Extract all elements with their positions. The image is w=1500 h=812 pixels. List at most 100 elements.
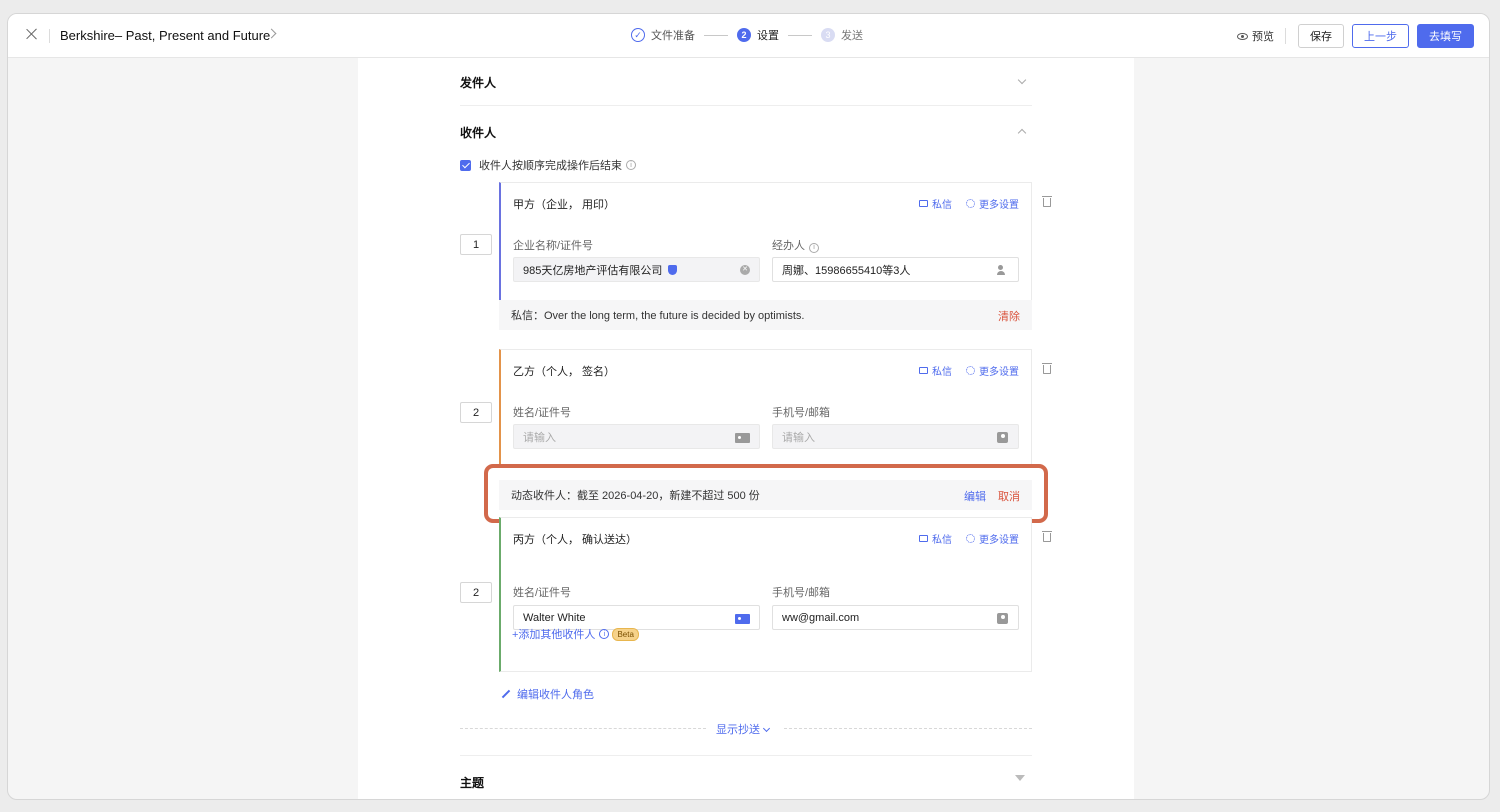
company-name-value: 985天亿房地产评估有限公司 — [523, 264, 663, 277]
preview-button[interactable]: 预览 — [1237, 28, 1274, 44]
step-label-settings: 设置 — [757, 30, 779, 42]
collapse-triangle-icon[interactable] — [1015, 775, 1025, 781]
sequential-label: 收件人按顺序完成操作后结束 — [479, 160, 622, 172]
trash-icon[interactable] — [1042, 363, 1052, 374]
info-icon[interactable]: i — [599, 629, 610, 639]
id-card-icon[interactable] — [735, 433, 750, 443]
beta-badge: Beta — [612, 627, 639, 641]
name-field-label: 姓名/证件号 — [513, 407, 572, 419]
divider — [49, 29, 50, 43]
step-connector — [704, 34, 728, 36]
gear-icon — [966, 534, 975, 543]
recipient-card-actions: 私信 更多设置 — [919, 196, 1019, 211]
subject-section-title[interactable]: 主题 — [460, 774, 484, 791]
contact-value: ww@gmail.com — [782, 611, 860, 624]
progress-steps: ✓ 文件准备 2 设置 3 发送 — [631, 27, 863, 43]
recipients-section-title[interactable]: 收件人 — [460, 124, 496, 141]
private-message-link[interactable]: 私信 — [919, 196, 952, 211]
trash-icon[interactable] — [1042, 196, 1052, 207]
contact-placeholder: 请输入 — [782, 431, 815, 444]
preview-label: 预览 — [1252, 31, 1274, 43]
more-settings-link[interactable]: 更多设置 — [966, 531, 1019, 546]
private-message-link[interactable]: 私信 — [919, 531, 952, 546]
edit-recipient-roles-link[interactable]: 编辑收件人角色 — [501, 686, 594, 702]
private-message-text: 私信：Over the long term, the future is dec… — [511, 310, 805, 322]
recipient-role-title: 丙方（个人， 确认送达） — [513, 534, 638, 546]
double-chevron-down-icon — [762, 724, 771, 733]
add-user-icon[interactable] — [997, 265, 1008, 276]
gear-icon — [966, 199, 975, 208]
cancel-dynamic-button[interactable]: 取消 — [998, 488, 1020, 504]
show-cc-toggle[interactable]: 显示抄送 — [716, 721, 771, 737]
clear-icon[interactable]: ✕ — [740, 265, 750, 275]
top-bar: Berkshire– Past, Present and Future ✓ 文件… — [8, 14, 1489, 58]
dynamic-recipient-bar: 动态收件人：截至 2026-04-20，新建不超过 500 份 编辑 取消 — [499, 480, 1032, 510]
step-number: 2 — [737, 28, 751, 42]
message-icon — [919, 200, 928, 207]
step-done-icon: ✓ — [631, 28, 645, 42]
step-connector — [788, 34, 812, 36]
eye-icon — [1237, 32, 1248, 40]
trash-icon[interactable] — [1042, 531, 1052, 542]
contact-book-icon[interactable] — [997, 432, 1008, 443]
app-window: Berkshire– Past, Present and Future ✓ 文件… — [7, 13, 1490, 800]
dashed-divider — [784, 728, 1032, 729]
recipient-order-input[interactable]: 2 — [460, 402, 492, 423]
handler-field-label: 经办人 i — [772, 237, 819, 253]
divider — [460, 755, 1032, 756]
sender-section-title[interactable]: 发件人 — [460, 74, 496, 91]
recipient-card-actions: 私信 更多设置 — [919, 531, 1019, 546]
contact-input[interactable]: 请输入 — [772, 424, 1019, 449]
more-settings-link[interactable]: 更多设置 — [966, 196, 1019, 211]
name-field-label: 姓名/证件号 — [513, 587, 572, 599]
chevron-up-icon[interactable] — [1017, 128, 1027, 138]
clear-message-button[interactable]: 清除 — [998, 308, 1020, 324]
private-message-link[interactable]: 私信 — [919, 363, 952, 378]
add-other-recipient-label: +添加其他收件人 — [512, 629, 596, 641]
private-message-bar: 私信：Over the long term, the future is dec… — [499, 300, 1032, 330]
name-value: Walter White — [523, 611, 586, 624]
handler-value: 周娜、15986655410等3人 — [782, 264, 911, 277]
step-label-send: 发送 — [841, 30, 863, 42]
show-cc-row: 显示抄送 — [460, 721, 1032, 737]
verified-shield-icon — [668, 264, 678, 275]
chevron-down-icon[interactable] — [1017, 75, 1027, 85]
step-label-prepare: 文件准备 — [651, 30, 695, 42]
step-number: 3 — [821, 28, 835, 42]
sequential-completion-option[interactable]: 收件人按顺序完成操作后结束 i — [460, 157, 636, 173]
gear-icon — [966, 366, 975, 375]
recipient-card-party-c: 丙方（个人， 确认送达） 私信 更多设置 姓名/证件号 手机号/邮箱 Walte… — [499, 517, 1032, 672]
divider — [460, 105, 1032, 106]
info-icon[interactable]: i — [809, 242, 819, 253]
settings-panel: 发件人 收件人 收件人按顺序完成操作后结束 i 1 甲方（企业， 用印） 私信 … — [358, 58, 1134, 799]
name-placeholder: 请输入 — [523, 431, 556, 444]
sequential-checkbox[interactable] — [460, 159, 471, 171]
divider — [1285, 28, 1286, 44]
company-field-label: 企业名称/证件号 — [513, 240, 594, 252]
more-settings-link[interactable]: 更多设置 — [966, 363, 1019, 378]
contact-book-icon[interactable] — [997, 613, 1008, 624]
handler-input[interactable]: 周娜、15986655410等3人 — [772, 257, 1019, 282]
save-button[interactable]: 保存 — [1298, 24, 1344, 48]
recipient-role-title: 甲方（企业， 用印） — [513, 199, 616, 211]
edit-dynamic-button[interactable]: 编辑 — [964, 488, 986, 504]
close-icon[interactable] — [24, 26, 40, 42]
pencil-icon — [501, 689, 511, 699]
recipient-role-title: 乙方（个人， 签名） — [513, 366, 616, 378]
dynamic-recipient-text: 动态收件人：截至 2026-04-20，新建不超过 500 份 — [511, 490, 760, 502]
dashed-divider — [460, 728, 706, 729]
contact-field-label: 手机号/邮箱 — [772, 587, 831, 599]
go-fill-button[interactable]: 去填写 — [1417, 24, 1474, 48]
id-card-icon[interactable] — [735, 614, 750, 624]
contact-input[interactable]: ww@gmail.com — [772, 605, 1019, 630]
contact-field-label: 手机号/邮箱 — [772, 407, 831, 419]
company-name-input[interactable]: 985天亿房地产评估有限公司 ✕ — [513, 257, 760, 282]
message-icon — [919, 367, 928, 374]
name-input[interactable]: 请输入 — [513, 424, 760, 449]
message-icon — [919, 535, 928, 542]
add-other-recipient-link[interactable]: +添加其他收件人 i Beta — [512, 626, 639, 642]
recipient-order-input[interactable]: 2 — [460, 582, 492, 603]
recipient-order-input[interactable]: 1 — [460, 234, 492, 255]
info-icon[interactable]: i — [626, 160, 636, 170]
previous-step-button[interactable]: 上一步 — [1352, 24, 1409, 48]
